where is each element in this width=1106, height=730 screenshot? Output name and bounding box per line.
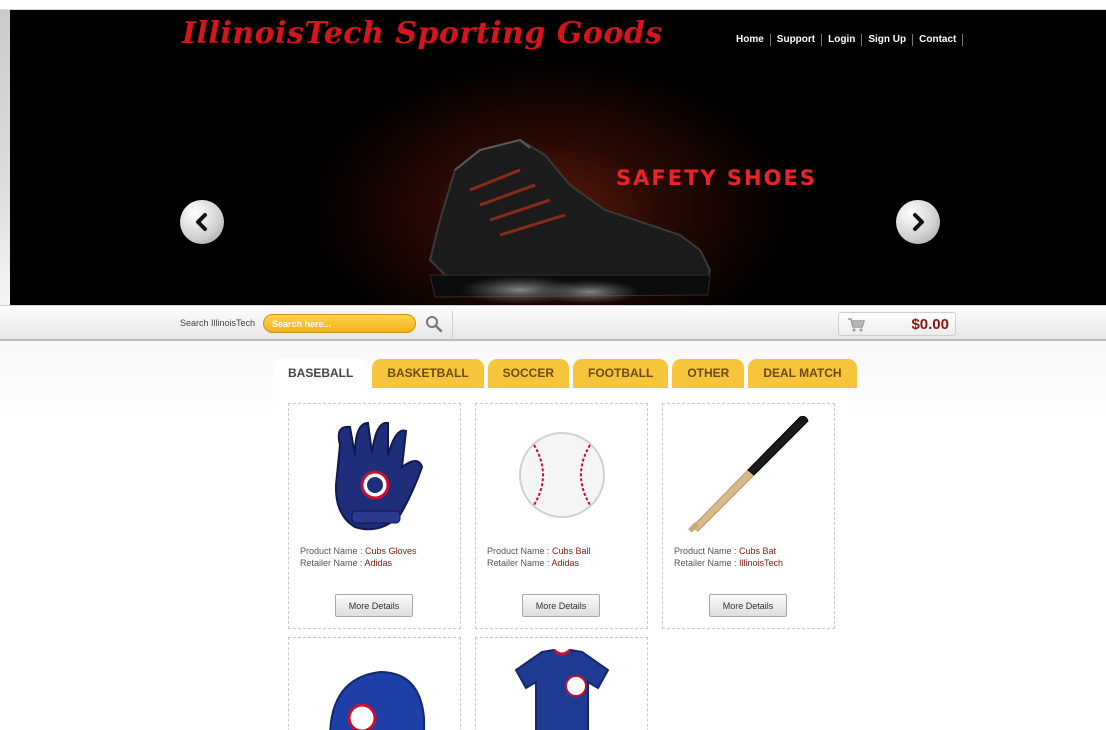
site-logo[interactable]: IllinoisTech Sporting Goods	[182, 16, 663, 51]
nav-signup-link[interactable]: Sign Up	[862, 34, 914, 46]
retailer-name: Adidas	[364, 558, 393, 568]
top-navigation: Home Support Login Sign Up Contact	[730, 34, 964, 46]
product-name-label: Product Name :	[674, 546, 740, 556]
cart-summary[interactable]: $0.00	[838, 312, 956, 336]
tab-deal-match[interactable]: DEAL MATCH	[748, 359, 857, 388]
more-details-button[interactable]: More Details	[522, 594, 600, 617]
nav-contact-link[interactable]: Contact	[913, 34, 964, 46]
product-image-jersey[interactable]	[476, 646, 647, 730]
retailer-name: Adidas	[551, 558, 580, 568]
baseball-bat-icon	[687, 416, 809, 533]
product-card: Product Name : Cubs Ball Retailer Name :…	[475, 403, 648, 629]
search-button[interactable]	[424, 314, 444, 334]
hero-banner: IllinoisTech Sporting Goods Home Support…	[10, 10, 1106, 305]
retailer-name-label: Retailer Name :	[300, 558, 365, 568]
retailer-name: IllinoisTech	[739, 558, 784, 568]
product-card: Product Name : Cubs Gloves Retailer Name…	[288, 403, 461, 629]
product-name: Cubs Gloves	[365, 546, 417, 556]
more-details-button[interactable]: More Details	[335, 594, 413, 617]
product-image-helmet[interactable]	[289, 648, 460, 730]
more-details-button[interactable]: More Details	[709, 594, 787, 617]
product-panel: Product Name : Cubs Gloves Retailer Name…	[273, 388, 847, 730]
product-name-label: Product Name :	[487, 546, 553, 556]
tab-other[interactable]: OTHER	[672, 359, 745, 388]
product-image-glove[interactable]	[289, 412, 460, 538]
tab-baseball[interactable]: BASEBALL	[273, 359, 369, 388]
search-input[interactable]	[263, 314, 416, 333]
nav-support-link[interactable]: Support	[771, 34, 823, 46]
tab-football[interactable]: FOOTBALL	[573, 359, 669, 388]
product-info: Product Name : Cubs Bat Retailer Name : …	[674, 545, 783, 569]
shopping-cart-icon	[848, 318, 865, 332]
product-card	[288, 637, 461, 730]
chevron-left-icon	[196, 213, 207, 231]
product-name: Cubs Bat	[739, 546, 777, 556]
product-card	[475, 637, 648, 730]
retailer-name-label: Retailer Name :	[674, 558, 740, 568]
tab-soccer[interactable]: SOCCER	[487, 359, 570, 388]
divider	[452, 310, 453, 338]
search-icon	[426, 316, 443, 333]
banner-prev-button[interactable]	[180, 200, 224, 244]
product-info: Product Name : Cubs Gloves Retailer Name…	[300, 545, 417, 569]
product-name-label: Product Name :	[300, 546, 366, 556]
product-card: Product Name : Cubs Bat Retailer Name : …	[662, 403, 835, 629]
chevron-right-icon	[913, 213, 924, 231]
top-strip	[0, 0, 1106, 10]
baseball-glove-icon	[334, 421, 423, 531]
product-image-ball[interactable]	[476, 412, 647, 538]
safety-shoe-image	[428, 138, 712, 304]
retailer-name-label: Retailer Name :	[487, 558, 552, 568]
category-tabs: BASEBALL BASKETBALL SOCCER FOOTBALL OTHE…	[273, 359, 861, 388]
search-label: Search IllinoisTech	[180, 318, 256, 328]
product-info: Product Name : Cubs Ball Retailer Name :…	[487, 545, 591, 569]
nav-home-link[interactable]: Home	[730, 34, 771, 46]
cubs-jersey-icon	[514, 648, 609, 730]
product-name: Cubs Ball	[552, 546, 591, 556]
product-image-bat[interactable]	[663, 412, 834, 538]
search-bar: Search IllinoisTech $0.00	[0, 305, 1106, 341]
cart-total: $0.00	[911, 316, 949, 333]
tab-basketball[interactable]: BASKETBALL	[372, 359, 484, 388]
batting-helmet-icon	[328, 670, 425, 730]
baseball-icon	[518, 432, 605, 518]
banner-next-button[interactable]	[896, 200, 940, 244]
banner-caption: SAFETY SHOES	[616, 166, 817, 190]
nav-login-link[interactable]: Login	[822, 34, 863, 46]
